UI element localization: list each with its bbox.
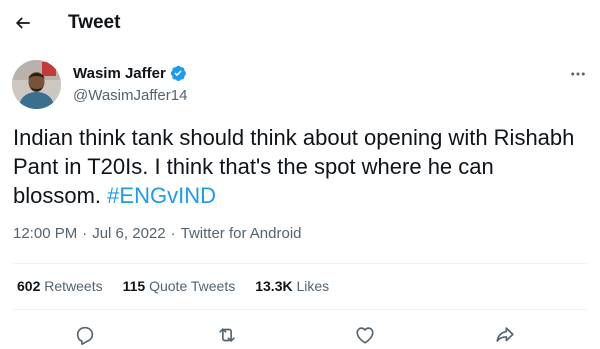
tweet-source[interactable]: Twitter for Android — [181, 225, 302, 242]
tweet-time[interactable]: 12:00 PM — [13, 225, 77, 242]
avatar[interactable] — [12, 60, 61, 109]
tweet-body: Indian think tank should think about ope… — [13, 125, 575, 208]
name-row: Wasim Jaffer — [73, 64, 187, 82]
tweet-text: Indian think tank should think about ope… — [13, 123, 583, 210]
divider — [13, 309, 587, 310]
tweet-date[interactable]: Jul 6, 2022 — [92, 225, 165, 242]
top-bar: Tweet — [0, 0, 600, 46]
more-button[interactable] — [566, 62, 590, 86]
display-name[interactable]: Wasim Jaffer — [73, 65, 166, 82]
like-icon — [356, 327, 374, 344]
quote-tweets-count: 115 — [122, 278, 146, 294]
tweet-meta: 12:00 PM · Jul 6, 2022 · Twitter for And… — [13, 225, 302, 242]
reply-button[interactable] — [70, 320, 100, 349]
share-button[interactable] — [490, 320, 520, 349]
retweet-icon — [219, 328, 235, 342]
more-horizontal-icon — [571, 72, 585, 76]
meta-separator-1: · — [82, 225, 88, 242]
back-button[interactable] — [8, 8, 38, 38]
reply-icon — [76, 326, 94, 345]
retweets-count: 602 — [17, 278, 41, 294]
retweets-label: Retweets — [44, 278, 103, 294]
divider — [13, 263, 587, 264]
retweet-button[interactable] — [212, 320, 242, 349]
verified-badge-icon — [170, 65, 186, 81]
quote-tweets-label: Quote Tweets — [149, 278, 236, 294]
likes-count: 13.3K — [255, 278, 293, 294]
tweet-author: Wasim Jaffer @WasimJaffer14 — [12, 60, 592, 112]
user-handle[interactable]: @WasimJaffer14 — [73, 87, 187, 104]
share-icon — [496, 327, 514, 342]
likes-label: Likes — [296, 278, 330, 294]
arrow-left-icon — [15, 17, 30, 29]
meta-separator-2: · — [170, 225, 176, 242]
page-title: Tweet — [68, 12, 121, 33]
quote-tweets-stat[interactable]: 115 Quote Tweets — [123, 278, 236, 294]
avatar-image — [12, 60, 61, 109]
retweets-stat[interactable]: 602 Retweets — [17, 278, 103, 294]
hashtag-link[interactable]: #ENGvIND — [107, 183, 216, 208]
tweet-actions — [0, 320, 600, 349]
like-button[interactable] — [350, 320, 380, 349]
tweet-stats: 602 Retweets 115 Quote Tweets 13.3K Like… — [17, 278, 349, 294]
likes-stat[interactable]: 13.3K Likes — [255, 278, 329, 294]
